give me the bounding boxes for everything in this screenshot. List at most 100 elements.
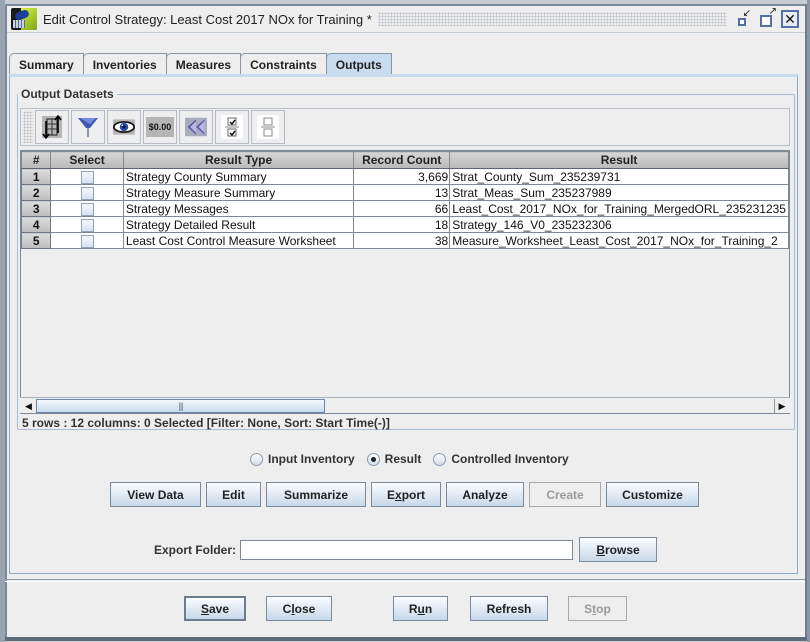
browse-label: rowse	[604, 542, 640, 557]
analyze-button[interactable]: Analyze	[446, 482, 524, 507]
radio-result[interactable]: Result	[366, 452, 422, 466]
run-label-2: n	[424, 601, 433, 616]
column-header-select[interactable]: Select	[50, 151, 124, 169]
table-row[interactable]: 5 Least Cost Control Measure Worksheet 3…	[21, 232, 789, 249]
view-icon	[113, 115, 135, 139]
record-count-cell[interactable]: 13	[353, 184, 451, 201]
browse-button[interactable]: Browse	[579, 537, 657, 562]
export-folder-input[interactable]	[240, 540, 573, 560]
run-button[interactable]: Run	[393, 596, 448, 621]
radio-button[interactable]	[250, 452, 263, 466]
select-checkbox[interactable]	[80, 202, 94, 216]
select-all-button[interactable]	[215, 110, 249, 144]
horizontal-scrollbar[interactable]: ◀ ||| ▶	[20, 397, 790, 413]
stop-label-2: op	[596, 601, 611, 616]
tab-measures[interactable]: Measures	[165, 53, 242, 75]
sort-icon	[41, 115, 63, 139]
edit-button[interactable]: Edit	[206, 482, 261, 507]
result-type-cell[interactable]: Strategy Messages	[122, 200, 355, 217]
select-cell[interactable]	[50, 184, 124, 201]
scroll-right-button[interactable]: ▶	[774, 399, 789, 413]
reset-icon	[185, 115, 207, 139]
select-checkbox[interactable]	[80, 218, 94, 232]
result-type-cell[interactable]: Least Cost Control Measure Worksheet	[122, 232, 355, 249]
clear-all-button[interactable]	[251, 110, 285, 144]
select-cell[interactable]	[50, 216, 124, 233]
summarize-button[interactable]: Summarize	[266, 482, 366, 507]
reset-button[interactable]	[179, 110, 213, 144]
scroll-thumb[interactable]: |||	[36, 399, 325, 413]
run-label-1: R	[408, 601, 418, 616]
view-button[interactable]	[107, 110, 141, 144]
row-number[interactable]: 4	[21, 216, 52, 233]
tab-summary[interactable]: Summary	[9, 53, 84, 75]
column-header-result-type[interactable]: Result Type	[122, 151, 355, 169]
result-cell[interactable]: Measure_Worksheet_Least_Cost_2017_NOx_fo…	[449, 232, 789, 249]
select-checkbox[interactable]	[80, 234, 94, 248]
export-label-2: port	[401, 487, 426, 502]
save-button[interactable]: Save	[184, 596, 246, 621]
refresh-button[interactable]: Refresh	[470, 596, 548, 621]
result-cell[interactable]: Least_Cost_2017_NOx_for_Training_MergedO…	[449, 200, 789, 217]
tab-constraints[interactable]: Constraints	[240, 53, 327, 75]
select-cell[interactable]	[50, 200, 124, 217]
output-datasets-label: Output Datasets	[18, 87, 117, 101]
sort-button[interactable]	[35, 110, 69, 144]
column-header-result[interactable]: Result	[449, 151, 789, 169]
format-button[interactable]: $0.00	[143, 110, 177, 144]
close-icon: ✕	[784, 11, 796, 27]
select-checkbox[interactable]	[80, 170, 94, 184]
radio-button[interactable]	[433, 452, 447, 466]
select-cell[interactable]	[50, 168, 124, 185]
result-cell[interactable]: Strat_County_Sum_235239731	[449, 168, 789, 185]
result-type-cell[interactable]: Strategy County Summary	[122, 168, 355, 185]
close-label-2: ose	[294, 601, 316, 616]
result-cell[interactable]: Strategy_146_V0_235232306	[449, 216, 789, 233]
iconify-button[interactable]: ↙	[735, 9, 751, 27]
result-type-cell[interactable]: Strategy Measure Summary	[122, 184, 355, 201]
title-bar[interactable]: Edit Control Strategy: Least Cost 2017 N…	[7, 6, 805, 33]
result-cell[interactable]: Strat_Meas_Sum_235237989	[449, 184, 789, 201]
row-number[interactable]: 3	[21, 200, 52, 217]
radio-input-inventory[interactable]: Input Inventory	[250, 452, 355, 466]
stop-button[interactable]: St op	[568, 596, 627, 621]
close-label-1: C	[282, 601, 292, 616]
table-row[interactable]: 4 Strategy Detailed Result 18 Strategy_1…	[21, 216, 789, 233]
create-button[interactable]: Create	[529, 482, 601, 507]
close-button[interactable]: Cl ose	[266, 596, 332, 621]
column-header-num[interactable]: #	[21, 151, 52, 169]
filter-button[interactable]	[71, 110, 105, 144]
export-mnemonic: x	[395, 487, 402, 502]
column-header-record-count[interactable]: Record Count	[353, 151, 451, 169]
radio-controlled-inventory[interactable]: Controlled Inventory	[433, 452, 569, 466]
select-cell[interactable]	[50, 232, 124, 249]
result-type-cell[interactable]: Strategy Detailed Result	[122, 216, 355, 233]
table-row[interactable]: 1 Strategy County Summary 3,669 Strat_Co…	[21, 168, 789, 185]
run-mnemonic: u	[417, 601, 425, 616]
footer-divider	[5, 579, 805, 582]
table-row[interactable]: 3 Strategy Messages 66 Least_Cost_2017_N…	[21, 200, 789, 217]
close-window-button[interactable]: ✕	[781, 10, 799, 28]
record-count-cell[interactable]: 18	[353, 216, 451, 233]
scroll-left-button[interactable]: ◀	[21, 399, 36, 413]
select-checkbox[interactable]	[80, 186, 94, 200]
maximize-button[interactable]: ↗	[758, 7, 777, 27]
title-grip	[377, 12, 727, 26]
tab-outputs[interactable]: Outputs	[325, 53, 392, 75]
view-data-button[interactable]: View Data	[110, 482, 201, 507]
record-count-cell[interactable]: 66	[353, 200, 451, 217]
export-button[interactable]: Ex port	[371, 482, 441, 507]
radio-button[interactable]	[366, 452, 380, 466]
toolbar-grip[interactable]	[23, 111, 33, 143]
save-label: ave	[208, 601, 230, 616]
record-count-cell[interactable]: 3,669	[353, 168, 451, 185]
table-row[interactable]: 2 Strategy Measure Summary 13 Strat_Meas…	[21, 184, 789, 201]
row-number[interactable]: 1	[21, 168, 52, 185]
row-number[interactable]: 2	[21, 184, 52, 201]
customize-button[interactable]: Customize	[606, 482, 699, 507]
record-count-cell[interactable]: 38	[353, 232, 451, 249]
clear-all-icon	[257, 115, 279, 139]
radio-label: Result	[384, 452, 422, 466]
tab-inventories[interactable]: Inventories	[82, 53, 167, 75]
row-number[interactable]: 5	[21, 232, 52, 249]
